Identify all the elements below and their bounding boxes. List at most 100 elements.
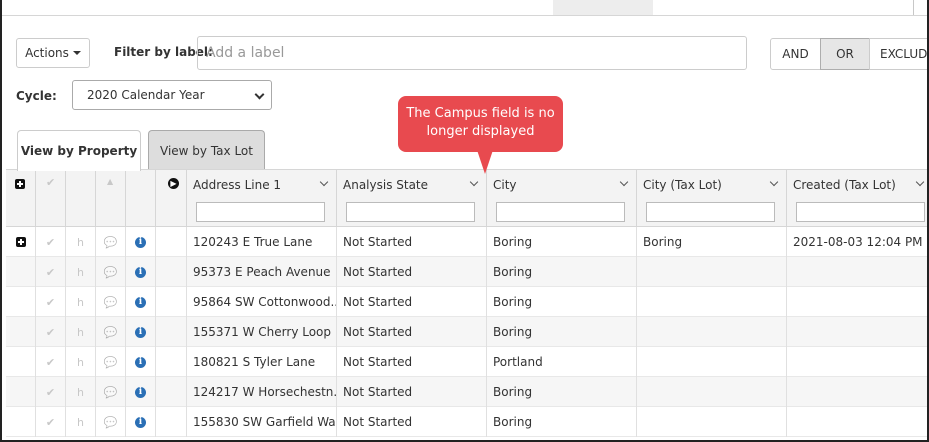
row-history-cell[interactable]: h [66, 407, 96, 437]
row-info-cell[interactable]: i [126, 407, 156, 437]
header-select-col[interactable]: ✔ [36, 170, 66, 227]
top-nav-active-tab[interactable] [553, 0, 653, 15]
history-icon[interactable]: h [77, 326, 84, 339]
checkmark-icon[interactable]: ✔ [46, 266, 55, 279]
checkmark-icon[interactable]: ✔ [46, 386, 55, 399]
row-info-cell[interactable]: i [126, 227, 156, 257]
expand-row-icon[interactable] [15, 237, 26, 247]
tab-view-by-tax-lot[interactable]: View by Tax Lot [148, 130, 265, 170]
logic-and-button[interactable]: AND [770, 38, 821, 70]
row-expand-cell[interactable] [6, 227, 36, 257]
row-select-cell[interactable]: ✔ [36, 287, 66, 317]
row-history-cell[interactable]: h [66, 287, 96, 317]
analysis-state-filter-input[interactable] [346, 202, 475, 222]
row-notes-cell[interactable]: 💬 [96, 407, 126, 437]
city-tax-lot-filter-input[interactable] [646, 202, 775, 222]
header-city[interactable]: City [487, 170, 637, 227]
top-nav-bar [2, 0, 927, 16]
actions-button[interactable]: Actions [16, 38, 90, 68]
row-notes-cell[interactable]: 💬 [96, 287, 126, 317]
row-info-cell[interactable]: i [126, 287, 156, 317]
table-row[interactable]: ✔ h 💬 i 95864 SW Cottonwood... Not Started Bor… [6, 287, 927, 317]
chevron-down-icon[interactable] [319, 177, 329, 187]
address-filter-input[interactable] [196, 202, 325, 222]
info-icon[interactable]: i [135, 296, 146, 308]
row-info-cell[interactable]: i [126, 317, 156, 347]
header-expand-all[interactable] [6, 170, 36, 227]
row-history-cell[interactable]: h [66, 227, 96, 257]
created-tax-lot-filter-input[interactable] [796, 202, 925, 222]
row-select-cell[interactable]: ✔ [36, 317, 66, 347]
comment-icon[interactable]: 💬 [104, 326, 118, 339]
cycle-select[interactable]: 2020 Calendar Year [72, 80, 272, 110]
row-notes-cell[interactable]: 💬 [96, 377, 126, 407]
row-history-cell[interactable]: h [66, 257, 96, 287]
circle-arrow-right-icon[interactable]: ▶ [168, 178, 179, 189]
table-row[interactable]: ✔ h 💬 i 180821 S Tyler Lane Not Started Portla… [6, 347, 927, 377]
city-filter-input[interactable] [496, 202, 625, 222]
comment-icon[interactable]: 💬 [104, 356, 118, 369]
header-address-line-1[interactable]: Address Line 1 [187, 170, 337, 227]
table-row[interactable]: ✔ h 💬 i 95373 E Peach Avenue Not Started Borin… [6, 257, 927, 287]
cycle-label: Cycle: [16, 89, 57, 103]
chevron-down-icon[interactable] [915, 177, 925, 187]
history-icon[interactable]: h [77, 416, 84, 429]
info-icon[interactable]: i [135, 356, 146, 368]
row-history-cell[interactable]: h [66, 377, 96, 407]
row-select-cell[interactable]: ✔ [36, 347, 66, 377]
checkmark-icon[interactable]: ✔ [46, 326, 55, 339]
info-icon[interactable]: i [135, 416, 146, 428]
history-icon[interactable]: h [77, 356, 84, 369]
tooltip-pointer [477, 150, 493, 174]
info-icon[interactable]: i [135, 266, 146, 278]
table-row[interactable]: ✔ h 💬 i 124217 W Horsechestn... Not Started Bo… [6, 377, 927, 407]
checkmark-icon[interactable]: ✔ [46, 416, 55, 429]
logic-or-button[interactable]: OR [820, 38, 870, 70]
row-notes-cell[interactable]: 💬 [96, 227, 126, 257]
row-notes-cell[interactable]: 💬 [96, 347, 126, 377]
row-select-cell[interactable]: ✔ [36, 377, 66, 407]
header-city-tax-lot[interactable]: City (Tax Lot) [637, 170, 787, 227]
history-icon[interactable]: h [77, 296, 84, 309]
comment-icon[interactable]: 💬 [104, 296, 118, 309]
row-select-cell[interactable]: ✔ [36, 257, 66, 287]
header-column-chooser[interactable]: ▶ [156, 170, 187, 227]
chevron-down-icon[interactable] [469, 177, 479, 187]
comment-icon[interactable]: 💬 [104, 236, 118, 249]
chevron-down-icon[interactable] [769, 177, 779, 187]
row-select-cell[interactable]: ✔ [36, 227, 66, 257]
history-icon[interactable]: h [77, 386, 84, 399]
logic-exclude-button[interactable]: EXCLUDE [869, 38, 927, 70]
info-icon[interactable]: i [135, 236, 146, 248]
row-history-cell[interactable]: h [66, 347, 96, 377]
row-info-cell[interactable]: i [126, 347, 156, 377]
row-notes-cell[interactable]: 💬 [96, 257, 126, 287]
header-created-tax-lot[interactable]: Created (Tax Lot) [787, 170, 927, 227]
row-notes-cell[interactable]: 💬 [96, 317, 126, 347]
table-row[interactable]: ✔ h 💬 i 155830 SW Garfield Way Not Started Bor… [6, 407, 927, 437]
table-row[interactable]: ✔ h 💬 i 155371 W Cherry Loop Not Started Borin… [6, 317, 927, 347]
expand-all-icon[interactable] [15, 179, 25, 189]
header-sort-col[interactable]: ▲ [96, 170, 126, 227]
info-icon[interactable]: i [135, 326, 146, 338]
header-analysis-state[interactable]: Analysis State [337, 170, 487, 227]
chevron-down-icon[interactable] [619, 177, 629, 187]
column-header-label: Analysis State [343, 178, 429, 192]
column-header-label: Address Line 1 [193, 178, 282, 192]
comment-icon[interactable]: 💬 [104, 266, 118, 279]
checkmark-icon[interactable]: ✔ [46, 236, 55, 249]
comment-icon[interactable]: 💬 [104, 386, 118, 399]
row-history-cell[interactable]: h [66, 317, 96, 347]
row-info-cell[interactable]: i [126, 257, 156, 287]
row-info-cell[interactable]: i [126, 377, 156, 407]
checkmark-icon[interactable]: ✔ [46, 356, 55, 369]
table-row[interactable]: ✔ h 💬 i 120243 E True Lane Not Started Boring B… [6, 227, 927, 257]
label-filter-input[interactable]: Add a label [197, 36, 747, 70]
info-icon[interactable]: i [135, 386, 146, 398]
comment-icon[interactable]: 💬 [104, 416, 118, 429]
history-icon[interactable]: h [77, 236, 84, 249]
row-select-cell[interactable]: ✔ [36, 407, 66, 437]
tab-view-by-property[interactable]: View by Property [17, 130, 141, 171]
checkmark-icon[interactable]: ✔ [46, 296, 55, 309]
history-icon[interactable]: h [77, 266, 84, 279]
